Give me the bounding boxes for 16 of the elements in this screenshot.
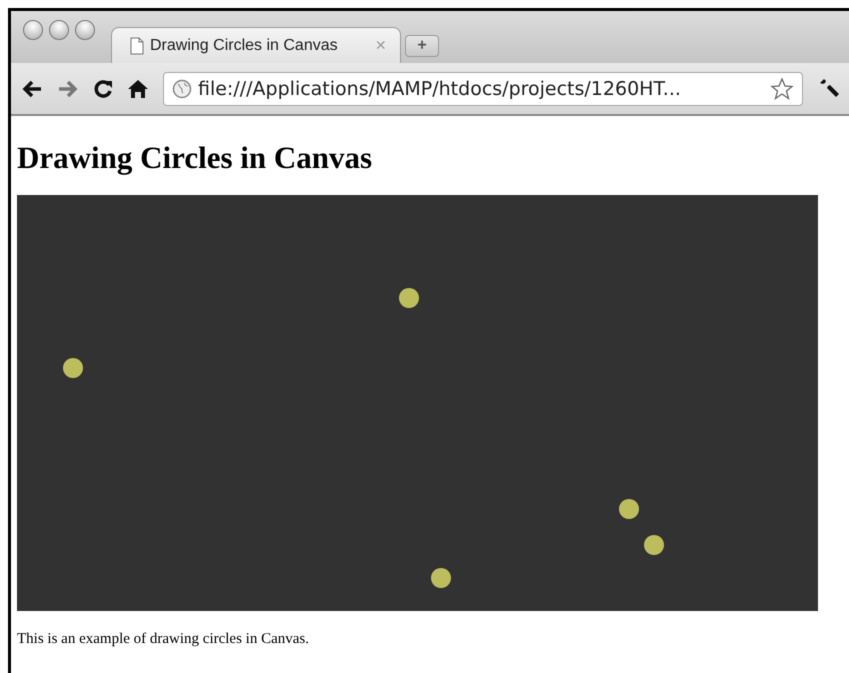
window-control-button[interactable]: [49, 20, 69, 40]
page-icon: [130, 36, 144, 54]
browser-tab[interactable]: Drawing Circles in Canvas ×: [111, 27, 401, 63]
new-tab-button[interactable]: +: [405, 35, 439, 57]
reload-button[interactable]: [93, 78, 113, 98]
page-heading: Drawing Circles in Canvas: [17, 140, 374, 176]
forward-button[interactable]: [57, 78, 79, 98]
address-bar[interactable]: file:///Applications/MAMP/htdocs/projects/1260HT...: [163, 72, 803, 106]
back-button[interactable]: [21, 78, 43, 98]
page-paragraph: This is an example of drawing circles in Canvas.: [17, 631, 310, 648]
window-control-button[interactable]: [75, 20, 95, 40]
globe-icon: [172, 78, 192, 98]
window-control-button[interactable]: [23, 20, 43, 40]
home-button[interactable]: [127, 78, 149, 98]
star-icon[interactable]: [770, 76, 794, 100]
tab-title: Drawing Circles in Canvas: [150, 36, 339, 54]
